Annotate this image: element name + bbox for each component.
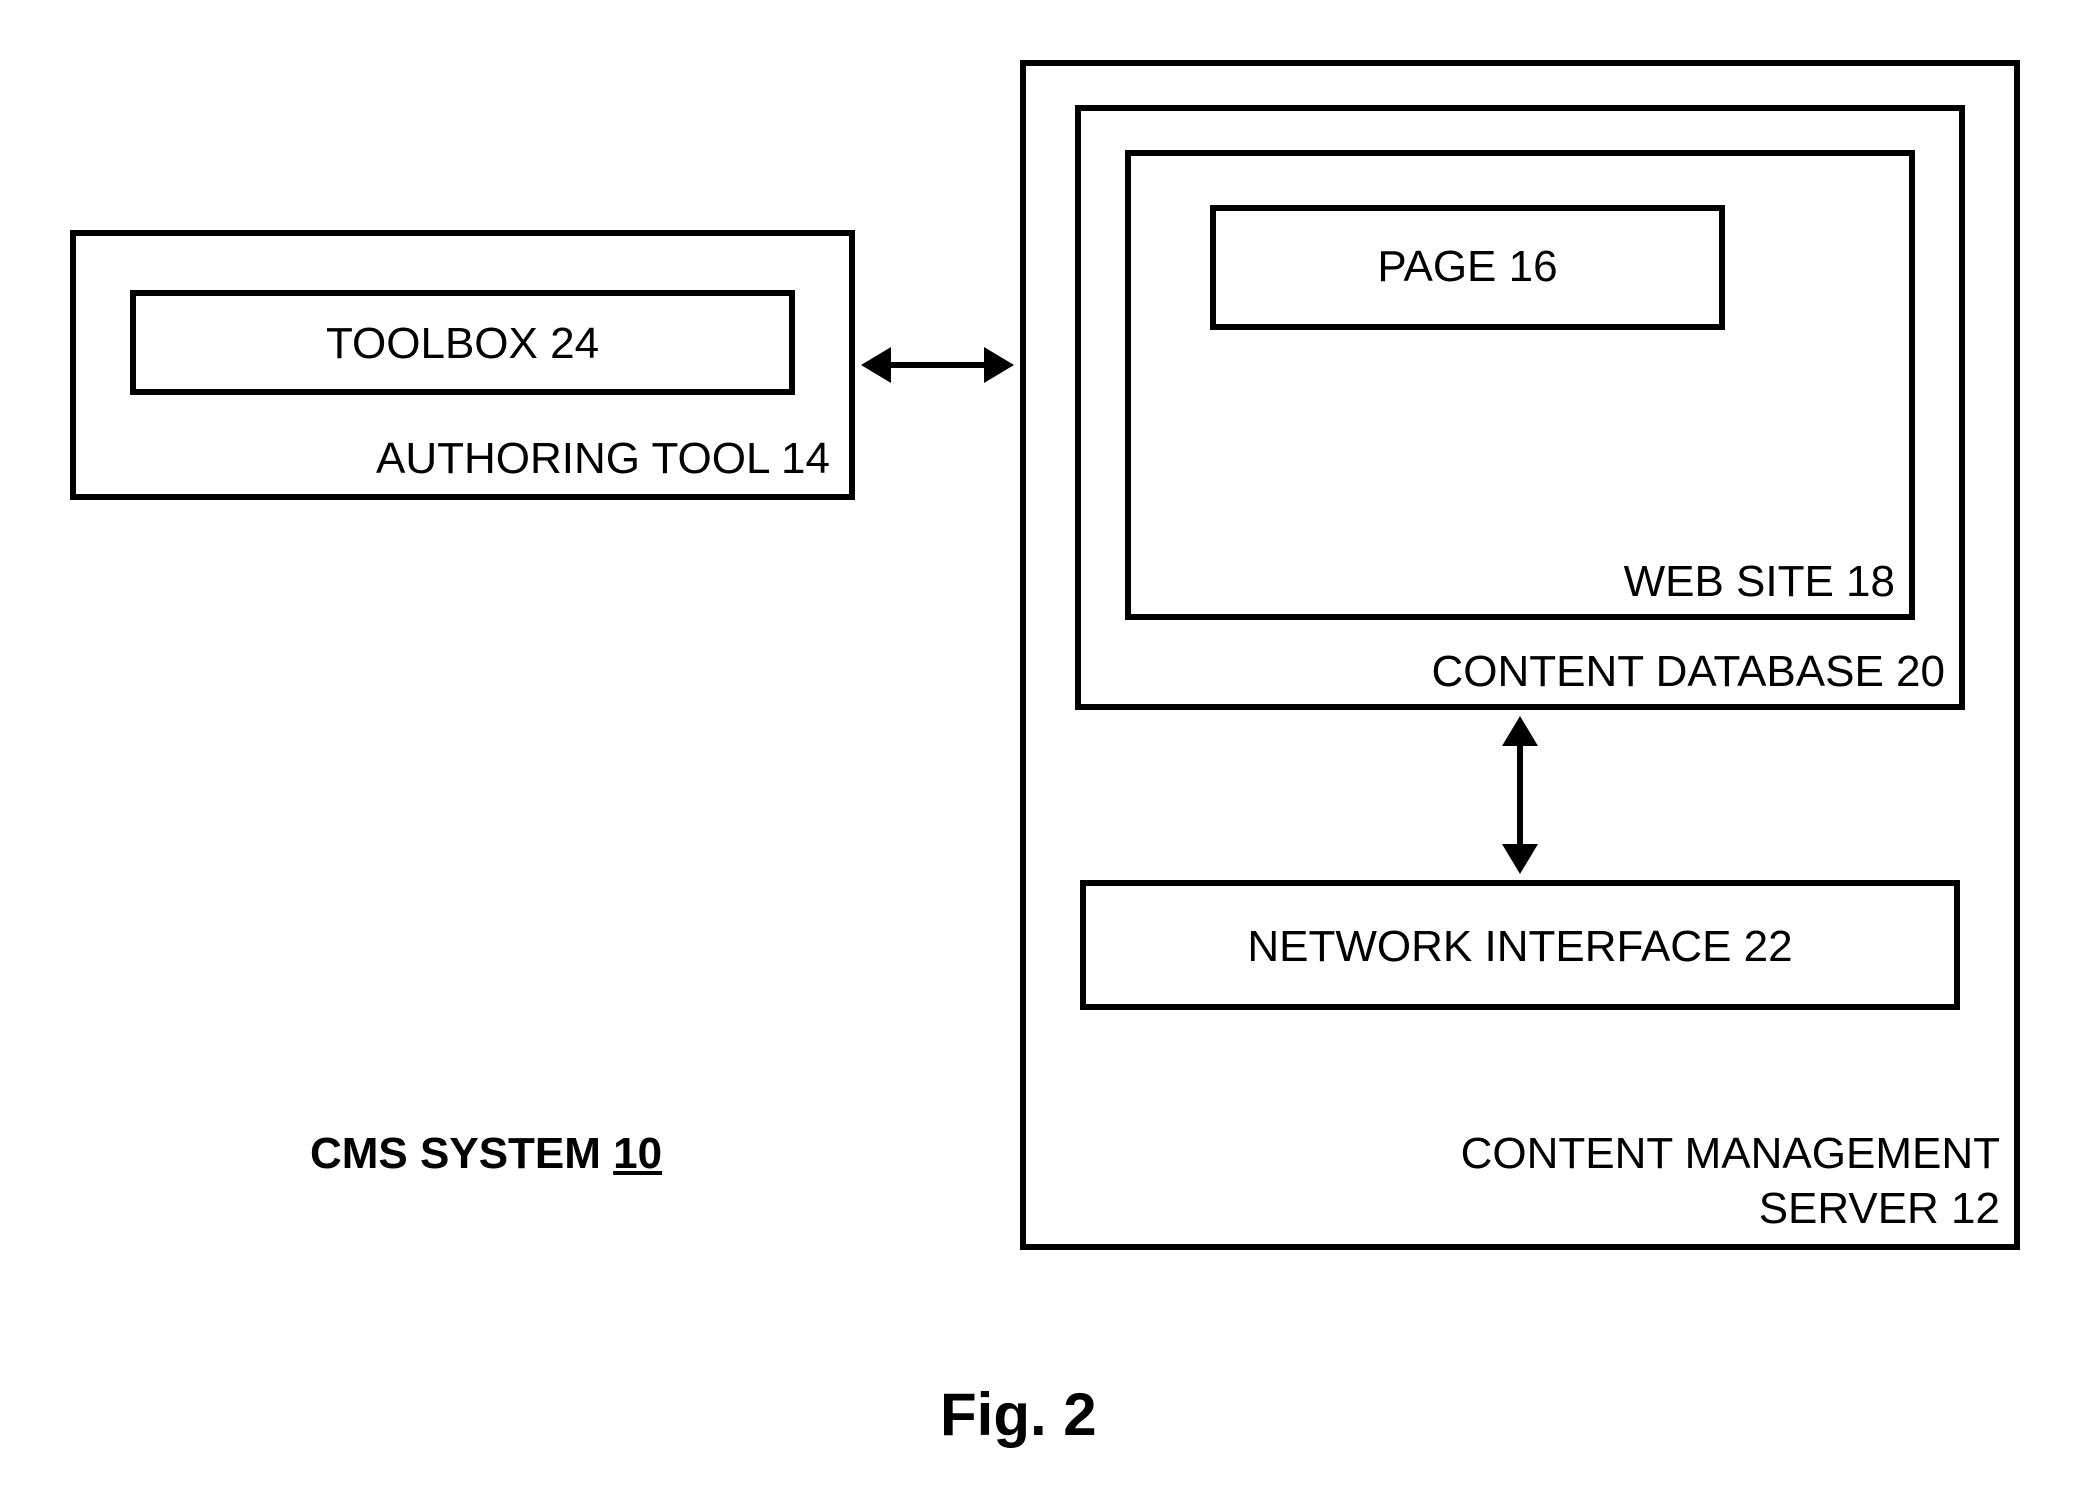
cms-title-text: CMS SYSTEM [310, 1129, 601, 1178]
cms-title-ref: 10 [613, 1129, 662, 1178]
page-label: PAGE 16 [1210, 243, 1725, 291]
authoring-tool-label: AUTHORING TOOL 14 [130, 435, 830, 483]
web-site-label: WEB SITE 18 [1125, 558, 1895, 606]
cms-title: CMS SYSTEM 10 [310, 1130, 662, 1178]
content-database-label: CONTENT DATABASE 20 [1075, 648, 1945, 696]
arrow-authoring-to-server [885, 362, 990, 368]
arrow-db-to-network [1517, 740, 1523, 850]
server-label-line1: CONTENT MANAGEMENT [1030, 1130, 2000, 1178]
toolbox-label: TOOLBOX 24 [130, 320, 795, 368]
network-interface-label: NETWORK INTERFACE 22 [1080, 923, 1960, 971]
server-label-line2: SERVER 12 [1030, 1185, 2000, 1233]
figure-caption: Fig. 2 [940, 1380, 1097, 1449]
diagram-stage: TOOLBOX 24 AUTHORING TOOL 14 CONTENT DAT… [0, 0, 2098, 1507]
